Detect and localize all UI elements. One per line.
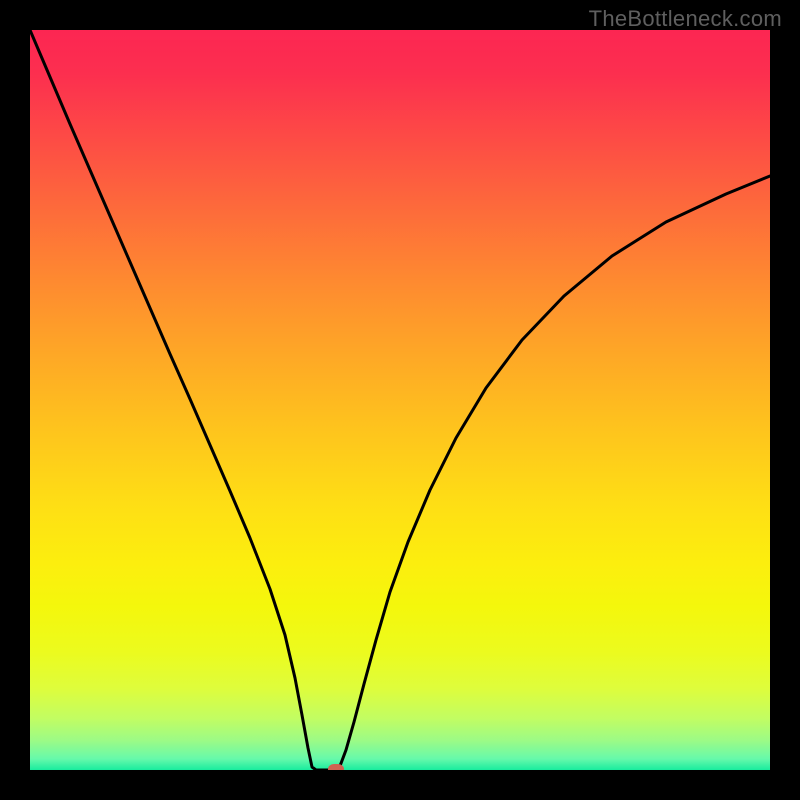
optimal-marker bbox=[328, 764, 344, 770]
bottleneck-curve bbox=[30, 30, 770, 770]
plot-area bbox=[30, 30, 770, 770]
curve-path bbox=[30, 30, 770, 770]
chart-frame: TheBottleneck.com bbox=[0, 0, 800, 800]
watermark-text: TheBottleneck.com bbox=[589, 6, 782, 32]
